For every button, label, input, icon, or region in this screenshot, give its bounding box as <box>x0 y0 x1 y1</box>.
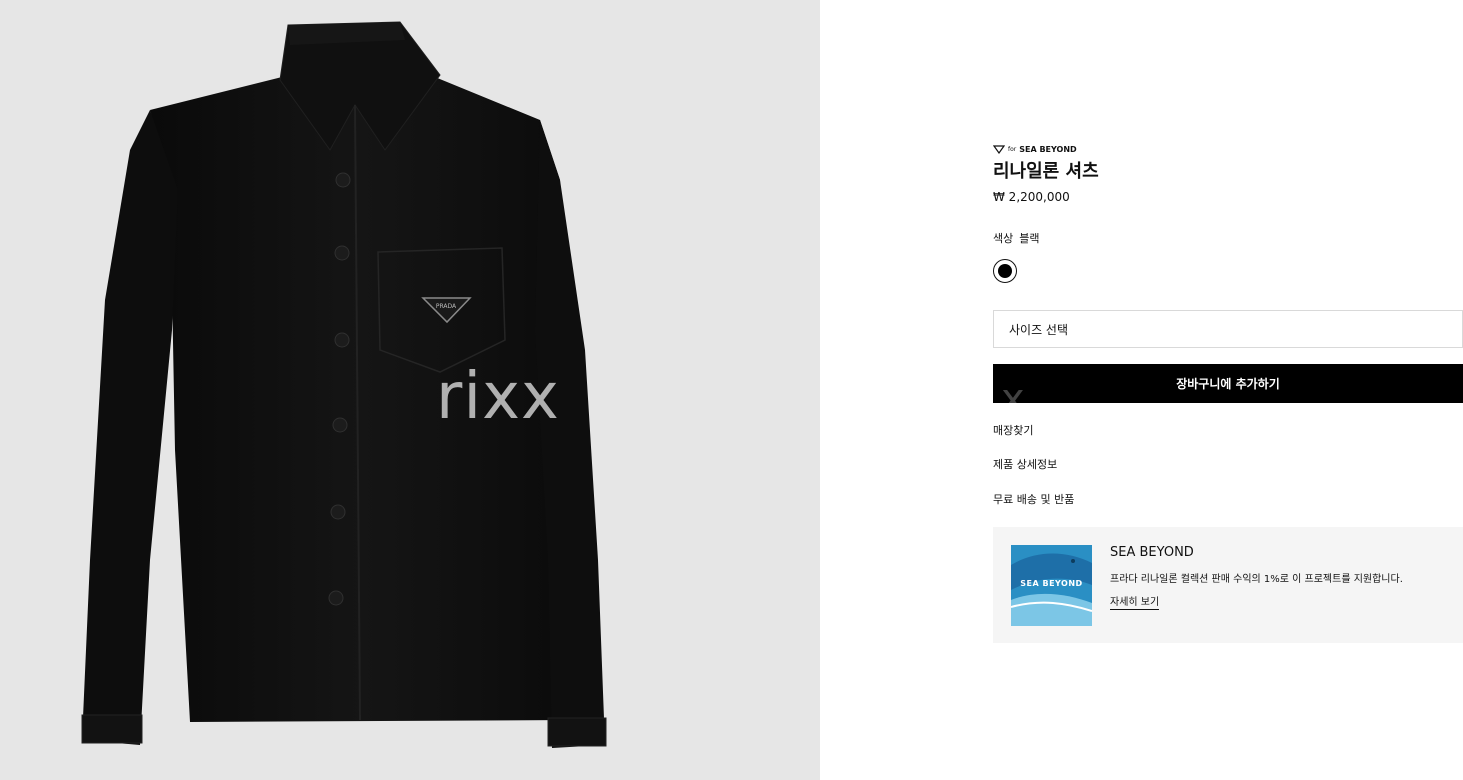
add-to-cart-button[interactable]: x 장바구니에 추가하기 <box>993 364 1463 403</box>
sea-beyond-title: SEA BEYOND <box>1110 545 1194 560</box>
product-image-gallery[interactable]: PRADA rixx <box>0 0 820 780</box>
product-info-panel: for SEA BEYOND 리나일론 셔츠 ₩ 2,200,000 색상 블랙… <box>993 0 1463 780</box>
shipping-returns-link[interactable]: 무료 배송 및 반품 <box>993 491 1074 507</box>
product-price: ₩ 2,200,000 <box>993 190 1070 204</box>
swatch-fill <box>998 264 1012 278</box>
watermark-ghost: x <box>1001 376 1025 403</box>
product-title: 리나일론 셔츠 <box>993 161 1099 182</box>
sea-thumb-label: SEA BEYOND <box>1020 579 1083 588</box>
sea-beyond-image: SEA BEYOND <box>1011 545 1092 626</box>
sea-beyond-badge: for SEA BEYOND <box>993 143 1077 155</box>
product-details-link[interactable]: 제품 상세정보 <box>993 456 1057 472</box>
prada-logo: PRADA <box>436 303 457 310</box>
color-value: 블랙 <box>1019 232 1040 245</box>
size-select[interactable]: 사이즈 선택 <box>993 310 1463 348</box>
color-label: 색상 <box>993 232 1014 245</box>
size-select-placeholder: 사이즈 선택 <box>1009 322 1069 337</box>
color-info: 색상 블랙 <box>993 230 1040 246</box>
learn-more-link[interactable]: 자세히 보기 <box>1110 593 1160 610</box>
sea-beyond-banner: SEA BEYOND SEA BEYOND 프라다 리나일론 컬렉션 판매 수익… <box>993 527 1463 643</box>
color-swatch-black[interactable] <box>993 259 1017 283</box>
watermark-text: rixx <box>436 360 560 434</box>
badge-brand: SEA BEYOND <box>1019 144 1077 154</box>
diamond-icon <box>993 144 1005 154</box>
add-to-cart-label: 장바구니에 추가하기 <box>1176 377 1280 391</box>
sea-beyond-description: 프라다 리나일론 컬렉션 판매 수익의 1%로 이 프로젝트를 지원합니다. <box>1110 574 1403 585</box>
shirt-image: PRADA <box>81 21 607 748</box>
badge-for: for <box>1008 145 1017 153</box>
find-store-link[interactable]: 매장찾기 <box>993 422 1033 438</box>
